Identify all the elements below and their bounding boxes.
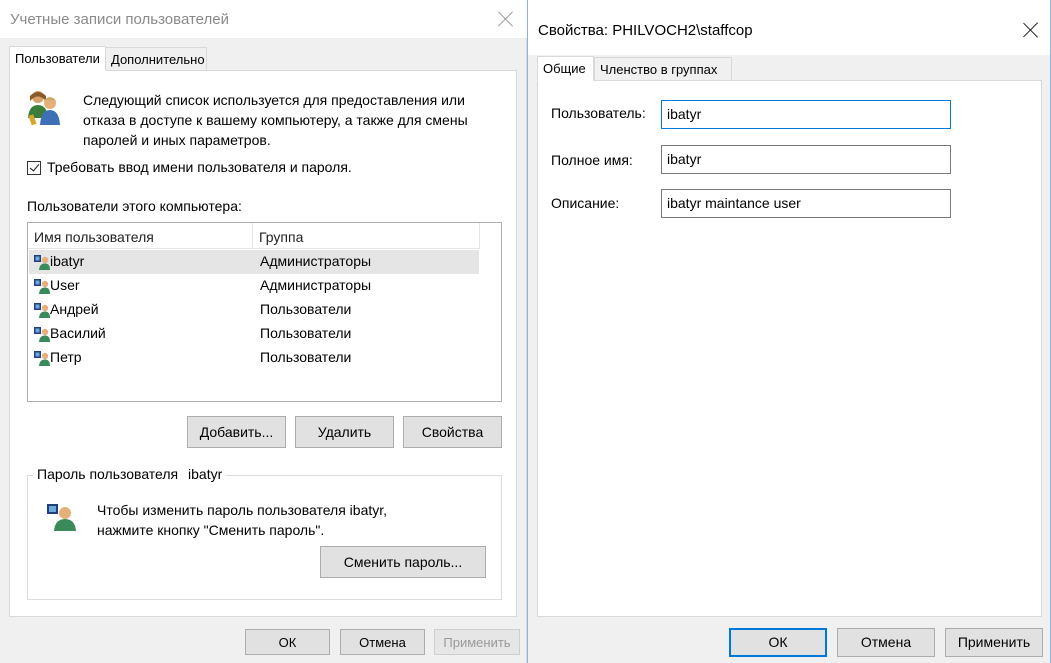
intro-line-1: Следующий список используется для предос… (83, 92, 465, 108)
password-groupbox: Пароль пользователя ibatyr Чтобы изменит… (27, 466, 502, 600)
tab-advanced[interactable]: Дополнительно (105, 47, 207, 71)
users-list[interactable]: Имя пользователя Группа ibatyr Администра… (27, 222, 502, 402)
window-title: Свойства: PHILVOCH2\staffcop (538, 22, 753, 39)
properties-button[interactable]: Свойства (403, 416, 502, 448)
password-text-line-2: нажмите кнопку "Сменить пароль". (97, 522, 325, 538)
ok-button[interactable]: ОК (729, 628, 827, 657)
user-group-cell: Администраторы (260, 277, 372, 293)
description-field[interactable]: ibatyr maintance user (661, 189, 951, 218)
table-row[interactable]: Василий Пользователи (29, 322, 479, 346)
tab-group-membership[interactable]: Членство в группах (594, 57, 732, 81)
table-row[interactable]: ibatyr Администраторы (29, 250, 479, 274)
user-group-cell: Пользователи (260, 349, 352, 365)
column-header-group[interactable]: Группа (253, 223, 479, 249)
password-text-line-1: Чтобы изменить пароль пользователя ibaty… (97, 502, 388, 518)
user-icon (34, 303, 50, 318)
fullname-label: Полное имя: (551, 152, 633, 168)
user-icon (34, 327, 50, 342)
window-title: Учетные записи пользователей (10, 11, 229, 28)
user-name-cell: Петр (50, 349, 82, 365)
user-icon (34, 351, 50, 366)
require-password-label: Требовать ввод имени пользователя и паро… (47, 159, 352, 175)
user-group-cell: Пользователи (260, 325, 352, 341)
cancel-button[interactable]: Отмена (837, 628, 935, 657)
user-name-cell: Василий (50, 325, 106, 341)
apply-button[interactable]: Применить (434, 629, 520, 655)
apply-button[interactable]: Применить (945, 628, 1043, 657)
require-password-checkbox[interactable] (27, 161, 41, 175)
user-icon (34, 279, 50, 294)
user-password-icon (47, 504, 76, 531)
table-row[interactable]: Андрей Пользователи (29, 298, 479, 322)
password-group-label: Пароль пользователя (37, 466, 179, 482)
users-tab-panel: Следующий список используется для предос… (9, 70, 517, 617)
password-group-user: ibatyr (188, 466, 223, 482)
users-list-header: Имя пользователя Группа (28, 223, 480, 249)
tab-general[interactable]: Общие (537, 56, 594, 81)
user-properties-window: Свойства: PHILVOCH2\staffcop Общие Членс… (527, 0, 1051, 663)
general-tab-panel: Пользователь: ibatyr Полное имя: ibatyr … (537, 80, 1042, 617)
username-field[interactable]: ibatyr (661, 100, 951, 129)
fullname-field[interactable]: ibatyr (661, 145, 951, 174)
title-bar: Свойства: PHILVOCH2\staffcop (528, 0, 1050, 55)
users-list-label: Пользователи этого компьютера: (27, 198, 242, 214)
description-label: Описание: (551, 195, 620, 211)
close-icon[interactable] (498, 11, 514, 27)
title-bar: Учетные записи пользователей (0, 0, 527, 38)
table-row[interactable]: User Администраторы (29, 274, 479, 298)
tab-users[interactable]: Пользователи (9, 46, 106, 71)
add-user-button[interactable]: Добавить... (187, 416, 286, 448)
table-row[interactable]: Петр Пользователи (29, 346, 479, 370)
user-accounts-window: Учетные записи пользователей Пользовател… (0, 0, 527, 663)
username-label: Пользователь: (551, 105, 646, 121)
intro-line-3: паролей и иных параметров. (83, 132, 271, 148)
delete-user-button[interactable]: Удалить (295, 416, 394, 448)
user-group-cell: Пользователи (260, 301, 352, 317)
user-group-cell: Администраторы (260, 253, 372, 269)
password-group-title: Пароль пользователя ibatyr (33, 466, 227, 482)
ok-button[interactable]: ОК (245, 629, 330, 655)
close-icon[interactable] (1023, 22, 1039, 38)
column-header-username[interactable]: Имя пользователя (28, 223, 252, 249)
users-icon (28, 91, 60, 126)
user-name-cell: User (50, 277, 80, 293)
cancel-button[interactable]: Отмена (340, 629, 425, 655)
user-name-cell: ibatyr (50, 253, 85, 269)
user-name-cell: Андрей (50, 301, 99, 317)
user-icon (34, 255, 50, 270)
change-password-button[interactable]: Сменить пароль... (320, 546, 486, 578)
intro-line-2: отказа в доступе к вашему компьютеру, а … (83, 112, 468, 128)
